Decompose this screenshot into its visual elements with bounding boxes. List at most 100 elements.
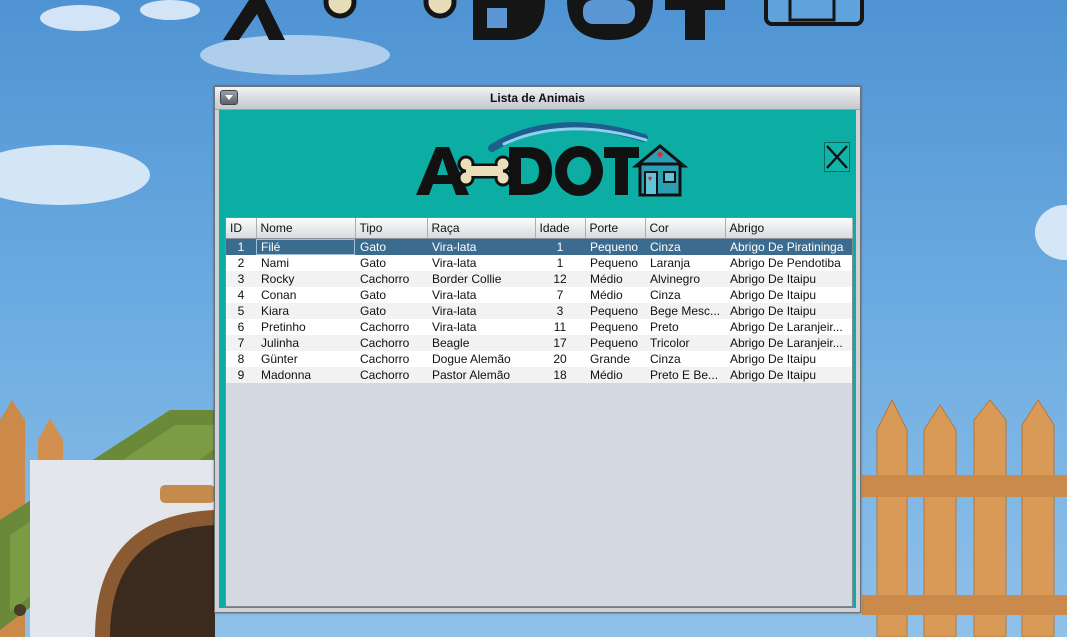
cell-porte[interactable]: Pequeno (585, 303, 645, 319)
cell-idade[interactable]: 1 (535, 239, 585, 256)
cell-nome[interactable]: Kiara (256, 303, 355, 319)
cell-idade[interactable]: 20 (535, 351, 585, 367)
column-header-raca[interactable]: Raça (427, 218, 536, 239)
cell-tipo[interactable]: Cachorro (355, 367, 427, 383)
cell-id[interactable]: 7 (226, 335, 256, 351)
cell-abrigo[interactable]: Abrigo De Itaipu (725, 287, 852, 303)
cell-idade[interactable]: 7 (535, 287, 585, 303)
table-row[interactable]: 1 Filé Gato Vira-lata 1 Pequeno Cinza Ab… (226, 238, 852, 256)
cell-tipo[interactable]: Cachorro (355, 335, 427, 351)
cell-cor[interactable]: Bege Mesc... (645, 303, 725, 319)
cell-idade[interactable]: 18 (535, 367, 585, 383)
table-row[interactable]: 3 Rocky Cachorro Border Collie 12 Médio … (226, 271, 852, 287)
cell-idade[interactable]: 17 (535, 335, 585, 351)
cell-abrigo[interactable]: Abrigo De Piratininga (725, 239, 852, 256)
cell-tipo[interactable]: Gato (355, 239, 427, 256)
table-header-row: ID Nome Tipo Raça Idade Porte Cor Abrigo (226, 218, 853, 239)
cell-id[interactable]: 6 (226, 319, 256, 335)
window-title: Lista de Animais (490, 91, 585, 105)
cell-nome[interactable]: Julinha (256, 335, 355, 351)
column-header-nome[interactable]: Nome (256, 218, 356, 239)
cell-id[interactable]: 8 (226, 351, 256, 367)
cell-abrigo[interactable]: Abrigo De Laranjeir... (725, 335, 852, 351)
cell-cor[interactable]: Preto E Be... (645, 367, 725, 383)
cell-cor[interactable]: Preto (645, 319, 725, 335)
cell-id[interactable]: 5 (226, 303, 256, 319)
cell-raca[interactable]: Dogue Alemão (427, 351, 535, 367)
cell-cor[interactable]: Tricolor (645, 335, 725, 351)
cell-idade[interactable]: 12 (535, 271, 585, 287)
cell-nome[interactable]: Madonna (256, 367, 355, 383)
cell-idade[interactable]: 3 (535, 303, 585, 319)
column-header-porte[interactable]: Porte (585, 218, 646, 239)
cell-porte[interactable]: Pequeno (585, 319, 645, 335)
table-row[interactable]: 2 Nami Gato Vira-lata 1 Pequeno Laranja … (226, 255, 852, 271)
cell-porte[interactable]: Médio (585, 367, 645, 383)
cell-abrigo[interactable]: Abrigo De Laranjeir... (725, 319, 852, 335)
cell-porte[interactable]: Médio (585, 287, 645, 303)
window-content: ID Nome Tipo Raça Idade Porte Cor Abrigo… (219, 110, 856, 608)
column-header-cor[interactable]: Cor (645, 218, 726, 239)
background-house-icon (764, 0, 864, 26)
cell-nome[interactable]: Nami (256, 255, 355, 271)
cell-cor[interactable]: Cinza (645, 351, 725, 367)
column-header-idade[interactable]: Idade (535, 218, 586, 239)
cell-porte[interactable]: Pequeno (585, 239, 645, 256)
cell-raca[interactable]: Vira-lata (427, 255, 535, 271)
table-row[interactable]: 4 Conan Gato Vira-lata 7 Médio Cinza Abr… (226, 287, 852, 303)
cell-nome[interactable]: Conan (256, 287, 355, 303)
cell-id[interactable]: 1 (226, 239, 256, 256)
cell-idade[interactable]: 11 (535, 319, 585, 335)
cell-tipo[interactable]: Cachorro (355, 271, 427, 287)
cloud (1035, 205, 1067, 260)
cell-nome[interactable]: Rocky (256, 271, 355, 287)
table-row[interactable]: 9 Madonna Cachorro Pastor Alemão 18 Médi… (226, 367, 852, 383)
window-titlebar[interactable]: Lista de Animais (215, 87, 860, 110)
cell-tipo[interactable]: Cachorro (355, 319, 427, 335)
cloud (0, 145, 150, 205)
bone-icon (457, 155, 512, 187)
cell-cor[interactable]: Alvinegro (645, 271, 725, 287)
cell-porte[interactable]: Médio (585, 271, 645, 287)
column-header-id[interactable]: ID (226, 218, 257, 239)
cell-abrigo[interactable]: Abrigo De Itaipu (725, 351, 852, 367)
cell-raca[interactable]: Pastor Alemão (427, 367, 535, 383)
table-row[interactable]: 6 Pretinho Cachorro Vira-lata 11 Pequeno… (226, 319, 852, 335)
table-row[interactable]: 8 Günter Cachorro Dogue Alemão 20 Grande… (226, 351, 852, 367)
table-row[interactable]: 7 Julinha Cachorro Beagle 17 Pequeno Tri… (226, 335, 852, 351)
cell-tipo[interactable]: Gato (355, 303, 427, 319)
cell-cor[interactable]: Cinza (645, 239, 725, 256)
cell-tipo[interactable]: Gato (355, 287, 427, 303)
cell-tipo[interactable]: Gato (355, 255, 427, 271)
table-row[interactable]: 5 Kiara Gato Vira-lata 3 Pequeno Bege Me… (226, 303, 852, 319)
close-icon (826, 145, 848, 169)
close-button[interactable] (824, 142, 850, 172)
cell-nome[interactable]: Günter (256, 351, 355, 367)
animal-table[interactable]: ID Nome Tipo Raça Idade Porte Cor Abrigo… (225, 217, 853, 607)
cell-idade[interactable]: 1 (535, 255, 585, 271)
cell-id[interactable]: 2 (226, 255, 256, 271)
cell-raca[interactable]: Border Collie (427, 271, 535, 287)
cell-porte[interactable]: Pequeno (585, 335, 645, 351)
cell-raca[interactable]: Vira-lata (427, 319, 535, 335)
cell-abrigo[interactable]: Abrigo De Itaipu (725, 303, 852, 319)
cell-nome[interactable]: Filé (256, 238, 355, 255)
cell-porte[interactable]: Grande (585, 351, 645, 367)
cell-id[interactable]: 9 (226, 367, 256, 383)
cell-raca[interactable]: Vira-lata (427, 303, 535, 319)
cell-cor[interactable]: Cinza (645, 287, 725, 303)
cell-tipo[interactable]: Cachorro (355, 351, 427, 367)
cell-id[interactable]: 4 (226, 287, 256, 303)
column-header-tipo[interactable]: Tipo (355, 218, 428, 239)
cell-raca[interactable]: Vira-lata (427, 287, 535, 303)
cell-porte[interactable]: Pequeno (585, 255, 645, 271)
cell-abrigo[interactable]: Abrigo De Itaipu (725, 367, 852, 383)
cell-abrigo[interactable]: Abrigo De Pendotiba (725, 255, 852, 271)
cell-raca[interactable]: Beagle (427, 335, 535, 351)
cell-id[interactable]: 3 (226, 271, 256, 287)
cell-raca[interactable]: Vira-lata (427, 239, 535, 256)
cell-abrigo[interactable]: Abrigo De Itaipu (725, 271, 852, 287)
cell-cor[interactable]: Laranja (645, 255, 725, 271)
column-header-abrigo[interactable]: Abrigo (725, 218, 853, 239)
cell-nome[interactable]: Pretinho (256, 319, 355, 335)
